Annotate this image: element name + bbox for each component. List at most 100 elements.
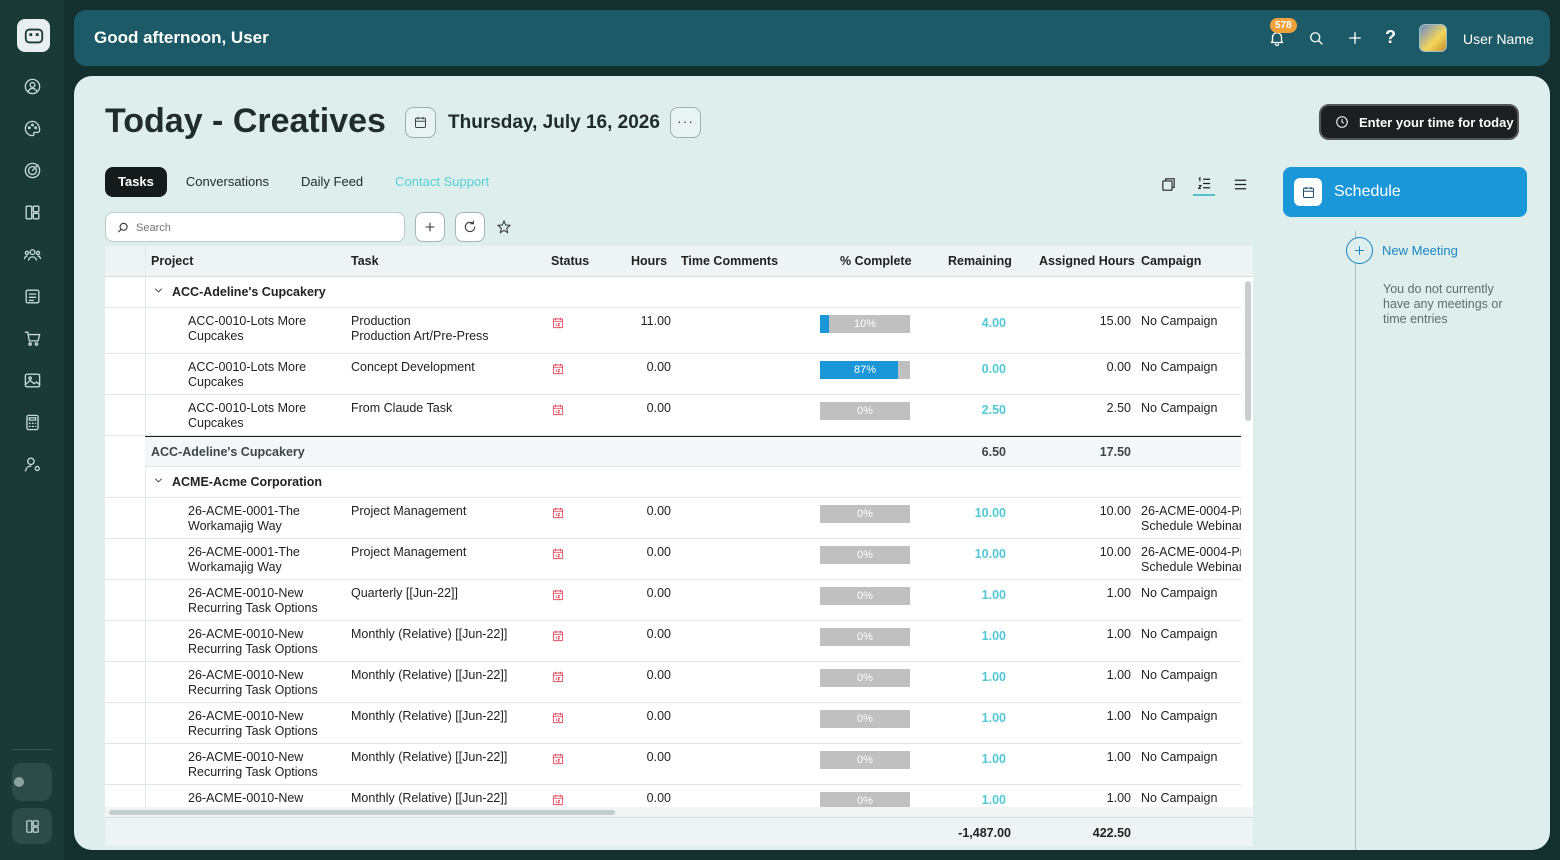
task-text-lines: From Claude Task	[351, 401, 541, 416]
schedule-status-icon[interactable]	[551, 711, 565, 725]
refresh-button[interactable]	[455, 212, 485, 242]
table-row[interactable]: ACC-0010-Lots More Cupcakes Concept Develo…	[105, 354, 1241, 395]
group-row[interactable]: ACC-Adeline's Cupcakery	[105, 277, 1241, 308]
project-text: ACC-0010-Lots More	[188, 401, 307, 415]
search-icon[interactable]	[1304, 26, 1328, 50]
project-text: Workamajig Way	[188, 519, 282, 533]
campaign-text: No Campaign	[1141, 401, 1218, 415]
app-logo-icon[interactable]	[17, 19, 50, 52]
cart-icon[interactable]	[20, 326, 44, 350]
task-cell: Concept Development	[351, 360, 541, 375]
schedule-status-icon[interactable]	[551, 316, 565, 330]
horizontal-scrollbar[interactable]	[109, 810, 615, 815]
schedule-status-icon[interactable]	[551, 588, 565, 602]
schedule-status-icon[interactable]	[551, 629, 565, 643]
chevron-down-icon[interactable]	[153, 285, 165, 297]
column-header-remaining[interactable]: Remaining	[948, 254, 1012, 268]
calendar-icon	[415, 116, 426, 128]
palette-icon[interactable]	[20, 116, 44, 140]
percent-complete-label: 0%	[857, 405, 873, 417]
search-input[interactable]	[136, 219, 386, 237]
schedule-status-icon[interactable]	[551, 362, 565, 376]
assigned-hours-cell: 2.50	[1106, 401, 1131, 415]
campaign-text-lines: No Campaign	[1141, 791, 1241, 806]
table-row[interactable]: 26-ACME-0010-NewRecurring Task Options Mo…	[105, 703, 1241, 744]
column-header-assigned-hours[interactable]: Assigned Hours	[1039, 254, 1135, 268]
campaign-text: No Campaign	[1141, 627, 1218, 641]
enter-time-button[interactable]: Enter your time for today	[1319, 104, 1519, 140]
tab-tasks[interactable]: Tasks	[105, 167, 167, 197]
table-row[interactable]: 26-ACME-0010-NewRecurring Task Options Mo…	[105, 621, 1241, 662]
table-row[interactable]: 26-ACME-0010-NewRecurring Task Options Mo…	[105, 662, 1241, 703]
schedule-status-icon[interactable]	[551, 506, 565, 520]
column-header-status[interactable]: Status	[551, 254, 589, 268]
help-icon[interactable]: ?	[1385, 27, 1396, 48]
column-header-complete[interactable]: % Complete	[840, 254, 912, 268]
schedule-status-icon[interactable]	[551, 403, 565, 417]
vertical-scrollbar[interactable]	[1245, 281, 1251, 421]
schedule-status-icon[interactable]	[551, 670, 565, 684]
project-text-lines: 26-ACME-0010-NewRecurring Task Options	[188, 709, 338, 739]
column-header-project[interactable]: Project	[151, 254, 193, 268]
column-header-task[interactable]: Task	[351, 254, 379, 268]
column-header-time-comments[interactable]: Time Comments	[681, 254, 778, 268]
dashboard-icon[interactable]	[12, 808, 52, 844]
tab-daily-feed[interactable]: Daily Feed	[288, 167, 376, 197]
schedule-status-icon[interactable]	[551, 547, 565, 561]
avatar[interactable]	[1419, 24, 1447, 52]
plus-icon[interactable]	[1343, 26, 1367, 50]
project-text: 26-ACME-0010-New	[188, 750, 304, 764]
table-row[interactable]: 26-ACME-0010-NewRecurring Task Options Mo…	[105, 744, 1241, 785]
theme-toggle[interactable]	[12, 763, 52, 801]
list-icon[interactable]	[1229, 172, 1251, 196]
percent-complete-bar: 0%	[820, 402, 910, 420]
group-row[interactable]: ACME-Acme Corporation	[105, 467, 1241, 498]
calendar-button[interactable]	[405, 107, 436, 138]
table-body: ACC-Adeline's Cupcakery ACC-0010-Lots Mor…	[105, 277, 1241, 807]
project-text-lines: 26-ACME-0010-NewRecurring Task Options	[188, 668, 338, 698]
image-icon[interactable]	[20, 368, 44, 392]
user-settings-icon[interactable]	[20, 452, 44, 476]
new-meeting-button[interactable]: New Meeting	[1346, 237, 1458, 264]
project-text-lines: 26-ACME-0010-NewRecurring Task Options	[188, 750, 338, 780]
add-task-button[interactable]	[415, 212, 445, 242]
chevron-down-icon[interactable]	[153, 475, 165, 487]
numbered-list-icon[interactable]	[1193, 172, 1215, 196]
project-text: ACC-0010-Lots More	[188, 314, 307, 328]
target-icon[interactable]	[20, 158, 44, 182]
column-header-hours[interactable]: Hours	[631, 254, 667, 268]
user-name[interactable]: User Name	[1463, 31, 1534, 47]
table-row[interactable]: 26-ACME-0001-The Workamajig Way Project Ma…	[105, 539, 1241, 580]
column-header-campaign[interactable]: Campaign	[1141, 254, 1201, 268]
team-icon[interactable]	[20, 242, 44, 266]
schedule-status-icon[interactable]	[551, 752, 565, 766]
task-cell: Monthly (Relative) [[Jun-22]]	[351, 627, 541, 642]
table-row[interactable]: ACC-0010-Lots More Cupcakes Production Prod…	[105, 308, 1241, 354]
schedule-header[interactable]: Schedule	[1283, 167, 1527, 217]
table-row[interactable]: ACC-0010-Lots More Cupcakes From Claude Ta…	[105, 395, 1241, 436]
user-circle-icon[interactable]	[20, 74, 44, 98]
project-text-lines: 26-ACME-0010-NewRecurring Task Options	[188, 627, 338, 657]
receipt-icon[interactable]	[20, 284, 44, 308]
tab-contact-support[interactable]: Contact Support	[382, 167, 502, 197]
window-icon[interactable]	[1157, 172, 1179, 196]
remaining-cell: 1.00	[981, 588, 1006, 602]
tab-conversations[interactable]: Conversations	[173, 167, 282, 197]
calculator-icon[interactable]	[20, 410, 44, 434]
campaign-cell: No Campaign	[1141, 360, 1241, 375]
table-row[interactable]: 26-ACME-0010-New Recurring Task Options Qu…	[105, 580, 1241, 621]
more-options-button[interactable]: ···	[670, 107, 701, 138]
board-icon[interactable]	[20, 200, 44, 224]
project-text: 26-ACME-0010-New	[188, 668, 304, 682]
enter-time-label: Enter your time for today	[1359, 114, 1514, 130]
schedule-status-icon[interactable]	[551, 793, 565, 807]
task-text: Monthly (Relative) [[Jun-22]]	[351, 791, 508, 805]
table-row[interactable]: 26-ACME-0001-The Workamajig Way Project Ma…	[105, 498, 1241, 539]
current-date: Thursday, July 16, 2026	[448, 112, 660, 133]
table-row[interactable]: 26-ACME-0010-NewRecurring Task Options Mo…	[105, 785, 1241, 807]
percent-complete-bar: 0%	[820, 710, 910, 728]
project-text: 26-ACME-0001-The	[188, 545, 300, 559]
rail-divider	[12, 749, 52, 750]
search-box	[105, 212, 405, 242]
favorites-icon[interactable]	[494, 217, 514, 237]
